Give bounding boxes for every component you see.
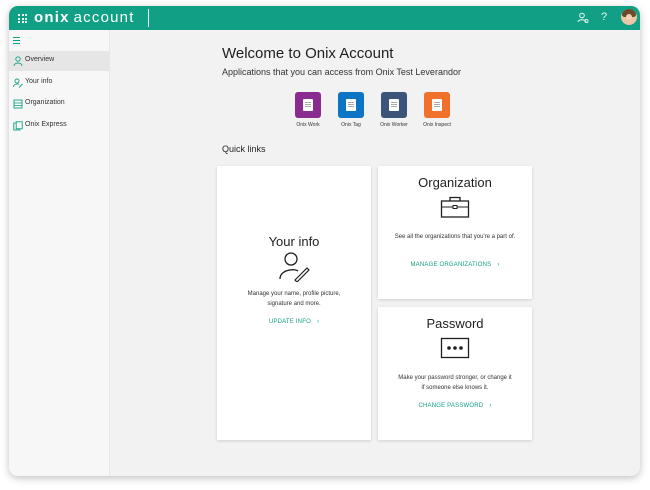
chevron-right-icon: › [489,403,492,409]
main-content: Welcome to Onix Account Applications tha… [110,30,640,476]
page-title: Welcome to Onix Account [222,45,394,62]
hamburger-icon[interactable] [13,37,20,46]
quick-links-heading: Quick links [222,144,266,154]
app-name: Onix Inspect [423,122,451,128]
card-description: Manage your name, profile picture, signa… [247,291,341,307]
card-title: Your info [268,234,320,249]
building-icon [13,99,23,109]
app-name: Onix Work [296,122,320,128]
password-dots-icon [440,337,470,359]
app-window: onix account ? Overview Your info Organi… [9,6,640,476]
card-description: See all the organizations that you're a … [394,234,516,240]
link-label: CHANGE PASSWORD [418,403,484,409]
chevron-right-icon: › [497,262,500,268]
app-icon [13,121,23,131]
organization-card[interactable]: Organization See all the organizations t… [378,166,532,299]
chevron-right-icon: › [316,319,320,325]
person-edit-icon [279,252,310,282]
link-label: MANAGE ORGANIZATIONS [410,262,492,268]
avatar[interactable] [621,9,637,25]
onix-work-icon [295,92,321,118]
sidebar-item-label: Your info [25,78,53,85]
sidebar-item-label: Overview [25,56,55,63]
update-info-link[interactable]: UPDATE INFO › [217,319,371,325]
brand-bold: onix [34,9,70,26]
sidebar-item-organization[interactable]: Organization [9,94,109,114]
header-divider [148,9,149,27]
top-bar: onix account ? [9,6,640,30]
app-name: Onix Worker [380,122,408,128]
change-password-link[interactable]: CHANGE PASSWORD › [378,403,532,409]
sidebar-item-label: Onix Express [25,121,67,128]
card-description: Make your password stronger, or change i… [398,375,512,391]
sidebar-item-overview[interactable]: Overview [9,51,109,71]
briefcase-icon [440,196,470,218]
onix-tag-icon [338,92,364,118]
link-label: UPDATE INFO [268,319,311,325]
manage-organizations-link[interactable]: MANAGE ORGANIZATIONS › [378,262,532,268]
sidebar-item-label: Organization [25,99,65,106]
help-icon[interactable]: ? [601,11,607,23]
waffle-icon[interactable] [18,14,27,23]
sidebar-item-your-info[interactable]: Your info [9,73,109,93]
onix-worker-icon [381,92,407,118]
brand-logo[interactable]: onix account [34,8,135,28]
app-name: Onix Tag [341,122,361,128]
card-title: Password [426,316,484,331]
person-icon [13,56,23,66]
person-edit-icon [13,78,23,88]
brand-light: account [73,9,135,26]
card-title: Organization [418,175,492,190]
sidebar: Overview Your info Organization Onix Exp… [9,30,110,476]
sidebar-item-onix-express[interactable]: Onix Express [9,116,109,136]
page-subtitle: Applications that you can access from On… [222,67,461,77]
org-switch-icon[interactable] [577,12,589,24]
onix-inspect-icon [424,92,450,118]
password-card[interactable]: Password Make your password stronger, or… [378,307,532,440]
your-info-card[interactable]: Your info Manage your name, profile pict… [217,166,371,440]
